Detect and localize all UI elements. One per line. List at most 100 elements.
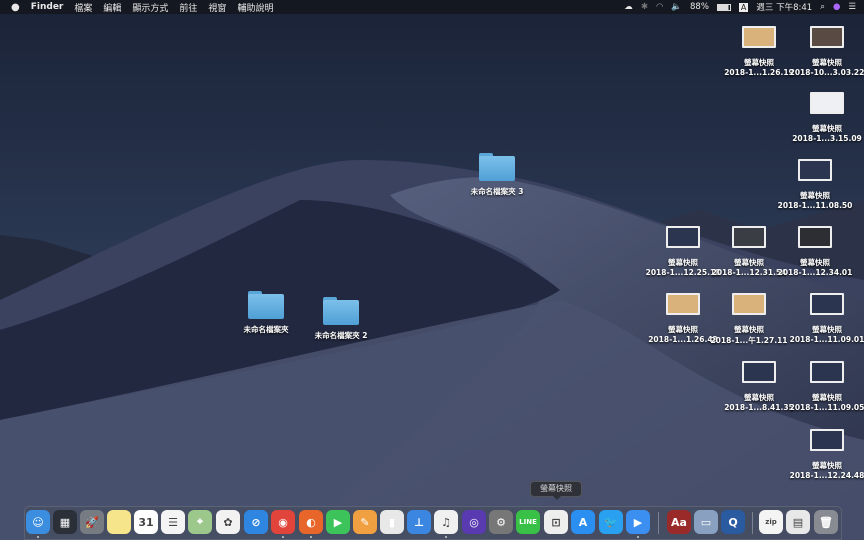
dock-launchpad-icon[interactable]: 🚀 (80, 510, 104, 534)
dock-numbers-icon[interactable]: ▮ (380, 510, 404, 534)
dock-maps-icon[interactable]: ⌖ (188, 510, 212, 534)
file-sublabel: 2018-1...3.15.09 (792, 134, 862, 143)
file-sublabel: 2018-1...12.34.01 (777, 268, 853, 277)
wifi-icon[interactable]: ◠ (656, 2, 663, 12)
dock-quicktime-icon[interactable]: Q (721, 510, 745, 534)
dock-line-icon[interactable]: LINE (516, 510, 540, 534)
dock-firefox-icon[interactable]: ◐ (299, 510, 323, 534)
screenshot-thumbnail (798, 159, 832, 181)
dock-trash-icon[interactable]: 🗑 (814, 510, 838, 534)
screenshot-thumbnail (732, 226, 766, 248)
battery-icon[interactable] (716, 3, 731, 11)
dock-system-preferences-icon[interactable]: ⚙ (489, 510, 513, 534)
screenshot-thumbnail (810, 293, 844, 315)
desktop-screenshot-file[interactable]: 螢幕快照 2018-1...12.34.01 (775, 226, 855, 277)
menu-view[interactable]: 顯示方式 (132, 1, 168, 14)
dock-keynote-icon[interactable]: ⊥ (407, 510, 431, 534)
folder-icon (248, 291, 284, 319)
siri-icon[interactable]: ● (833, 2, 840, 12)
file-sublabel: 2018-1...11.09.05 (789, 403, 864, 412)
file-label: 螢幕快照 (812, 325, 842, 334)
dock-reminders-icon[interactable]: ☰ (161, 510, 185, 534)
clock[interactable]: 週三 下午8:41 (756, 1, 812, 13)
file-label: 螢幕快照 (812, 461, 842, 470)
dock-notes-icon[interactable] (107, 510, 131, 534)
input-source[interactable]: A (738, 2, 749, 12)
volume-icon[interactable]: 🔈 (671, 2, 682, 12)
file-label: 螢幕快照 (812, 58, 842, 67)
menu-edit[interactable]: 編輯 (103, 1, 121, 14)
dock-siri-icon[interactable]: ◎ (462, 510, 486, 534)
dock-dictionary-icon[interactable]: Aa (667, 510, 691, 534)
dock-facetime-icon[interactable]: ▶ (326, 510, 350, 534)
menu-finder[interactable]: Finder (31, 2, 64, 12)
menu-go[interactable]: 前往 (179, 1, 197, 14)
menu-window[interactable]: 視窗 (208, 1, 226, 14)
dock-finder-icon[interactable]: ☺ (26, 510, 50, 534)
dock-photos-icon[interactable]: ✿ (216, 510, 240, 534)
dock-app-store-icon[interactable]: A (571, 510, 595, 534)
desktop-folder[interactable]: 未命名檔案夾 (226, 291, 306, 335)
file-sublabel: 2018-1...11.08.50 (777, 201, 853, 210)
running-indicator (310, 536, 312, 538)
screenshot-thumbnail (810, 429, 844, 451)
folder-icon (479, 153, 515, 181)
dock-mission-control-icon[interactable]: ▦ (53, 510, 77, 534)
dock-separator (752, 512, 753, 534)
dock-chrome-icon[interactable]: ◉ (271, 510, 295, 534)
dock-safari-icon[interactable]: ⊘ (244, 510, 268, 534)
screenshot-thumbnail (810, 92, 844, 114)
dock-separator (658, 512, 659, 534)
file-sublabel: 2018-10...3.03.22 (789, 68, 864, 77)
screenshot-thumbnail (742, 361, 776, 383)
running-indicator (637, 536, 639, 538)
desktop-screenshot-file[interactable]: 螢幕快照 2018-1...12.24.48 (787, 429, 864, 480)
dock-preview-icon[interactable]: ▭ (694, 510, 718, 534)
battery-percent[interactable]: 88% (690, 2, 709, 12)
folder-icon (323, 297, 359, 325)
dock-archive-icon[interactable]: zip (759, 510, 783, 534)
file-label: 螢幕快照 (800, 258, 830, 267)
menu-file[interactable]: 檔案 (74, 1, 92, 14)
folder-label: 未命名檔案夾 (243, 325, 289, 334)
apple-menu-icon[interactable]: ● (11, 2, 20, 13)
desktop-folder[interactable]: 未命名檔案夾 3 (457, 153, 537, 197)
menu-help[interactable]: 輔助說明 (237, 1, 273, 14)
notification-center-icon[interactable]: ☰ (848, 2, 856, 12)
dock-itunes-icon[interactable]: ♫ (434, 510, 458, 534)
file-label: 螢幕快照 (800, 191, 830, 200)
folder-label: 未命名檔案夾 2 (314, 331, 368, 340)
file-label: 螢幕快照 (734, 325, 764, 334)
file-sublabel: 2018-1...午1.27.11 (710, 336, 788, 345)
dock-document-icon[interactable]: ▤ (786, 510, 810, 534)
dock-pages-icon[interactable]: ✎ (353, 510, 377, 534)
running-indicator (37, 536, 39, 538)
menu-bar: ● Finder 檔案 編輯 顯示方式 前往 視窗 輔助說明 ☁ ✱ ◠ 🔈 8… (0, 0, 864, 14)
file-label: 螢幕快照 (812, 124, 842, 133)
screenshot-thumbnail (666, 293, 700, 315)
dock-twitter-icon[interactable]: 🐦 (599, 510, 623, 534)
dock-quicktime-player-icon[interactable]: ▶ (626, 510, 650, 534)
screenshot-thumbnail (742, 26, 776, 48)
dock-tooltip: 螢幕快照 (530, 481, 582, 500)
desktop-screenshot-file[interactable]: 螢幕快照 2018-10...3.03.22 (787, 26, 864, 77)
desktop-screenshot-file[interactable]: 螢幕快照 2018-1...3.15.09 (787, 92, 864, 143)
file-sublabel: 2018-1...11.09.01 (789, 335, 864, 344)
desktop-screenshot-file[interactable]: 螢幕快照 2018-1...11.09.05 (787, 361, 864, 412)
file-sublabel: 2018-1...12.24.48 (789, 471, 864, 480)
folder-label: 未命名檔案夾 3 (470, 187, 524, 196)
dock-screenshot-icon[interactable]: ⊡ (544, 510, 568, 534)
desktop-screenshot-file[interactable]: 螢幕快照 2018-1...11.09.01 (787, 293, 864, 344)
dock-calendar-icon[interactable]: 31 (134, 510, 158, 534)
desktop-screenshot-file[interactable]: 螢幕快照 2018-1...午1.27.11 (709, 293, 789, 346)
file-label: 螢幕快照 (812, 393, 842, 402)
icloud-icon[interactable]: ☁ (624, 2, 633, 12)
running-indicator (445, 536, 447, 538)
spotlight-search-icon[interactable]: ⌕ (820, 2, 825, 12)
desktop-screenshot-file[interactable]: 螢幕快照 2018-1...11.08.50 (775, 159, 855, 210)
screenshot-thumbnail (810, 26, 844, 48)
desktop-folder[interactable]: 未命名檔案夾 2 (301, 297, 381, 341)
bluetooth-icon[interactable]: ✱ (641, 2, 648, 12)
screenshot-thumbnail (810, 361, 844, 383)
screenshot-thumbnail (798, 226, 832, 248)
